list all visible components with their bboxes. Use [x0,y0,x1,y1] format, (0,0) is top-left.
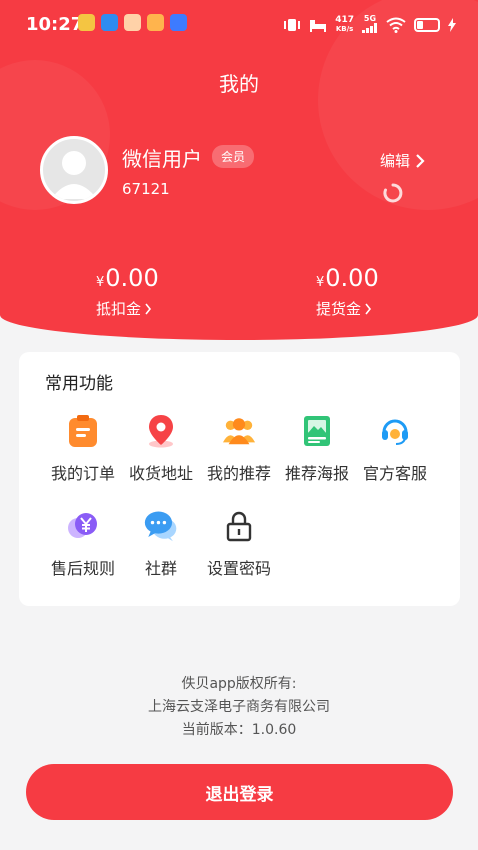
chevron-right-icon [365,303,372,314]
loading-spinner-icon [383,183,403,203]
section-title: 常用功能 [45,374,113,394]
lock-icon [222,509,256,543]
order-icon [66,414,100,448]
user-nickname: 微信用户 [122,147,202,171]
app-notification-icon [147,14,164,31]
net-speed: 417 KB/s [335,15,354,34]
deduction-balance[interactable]: ¥0.00 抵扣金 [96,264,159,319]
wifi-icon [386,17,406,33]
company-name: 上海云支泽电子商务有限公司 [148,699,330,715]
signal-icon [362,23,377,33]
referral-poster-button[interactable]: 推荐海报 [278,414,356,484]
headset-icon [378,414,412,448]
member-badge: 会员 [212,145,255,168]
copyright-owner: 佚贝app版权所有: [181,676,297,692]
vibrate-icon [284,19,301,31]
status-right: 417 KB/s 5G [283,14,456,36]
yen-coin-icon [66,509,100,543]
shipping-address-button[interactable]: 收货地址 [122,414,200,484]
location-pin-icon [144,414,178,448]
app-notification-icon [101,14,118,31]
poster-icon [300,414,334,448]
official-support-button[interactable]: 官方客服 [356,414,434,484]
bed-icon [310,20,327,32]
deduction-amount: ¥0.00 [96,264,159,292]
after-sales-rules-button[interactable]: 售后规则 [44,509,122,579]
common-functions-card: 常用功能 我的订单 收货地址 我的推荐 推荐海报 官方客服 售后规则 社群 设置… [19,352,460,606]
notification-icons [78,14,187,31]
charging-icon [448,18,456,32]
edit-label: 编辑 [380,152,411,170]
user-id: 67121 [122,180,170,198]
pickup-amount: ¥0.00 [316,264,379,292]
users-icon [222,414,256,448]
app-notification-icon [124,14,141,31]
my-referrals-button[interactable]: 我的推荐 [200,414,278,484]
pickup-label: 提货金 [316,298,379,319]
page-title: 我的 [219,72,259,96]
avatar[interactable] [40,136,108,204]
chat-bubbles-icon [144,509,178,543]
chevron-right-icon [416,153,425,168]
logout-button[interactable]: 退出登录 [26,764,453,820]
default-avatar-icon [51,151,97,199]
chevron-right-icon [145,303,152,314]
deduction-label: 抵扣金 [96,298,159,319]
status-bar: 10:27 417 KB/s 5G [0,0,478,48]
edit-profile-button[interactable]: 编辑 [380,150,426,171]
battery-icon [414,18,440,32]
status-time: 10:27 [26,14,84,35]
pickup-balance[interactable]: ¥0.00 提货金 [316,264,379,319]
app-version: 当前版本：1.0.60 [181,722,297,738]
signal-5g: 5G [362,14,378,36]
my-orders-button[interactable]: 我的订单 [44,414,122,484]
app-notification-icon [170,14,187,31]
community-button[interactable]: 社群 [122,509,200,579]
set-password-button[interactable]: 设置密码 [200,509,278,579]
app-notification-icon [78,14,95,31]
